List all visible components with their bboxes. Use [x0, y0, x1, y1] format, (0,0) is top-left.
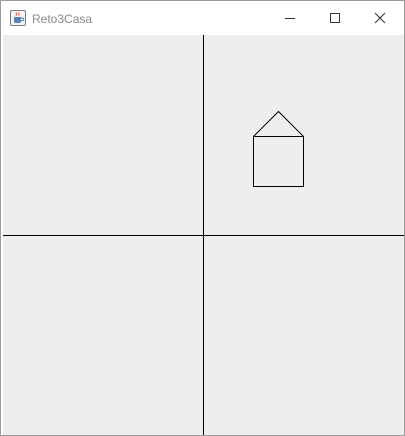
minimize-button[interactable] — [267, 1, 312, 34]
house-roof — [253, 110, 304, 137]
window-title: Reto3Casa — [32, 12, 93, 26]
maximize-icon — [329, 12, 340, 23]
minimize-icon — [284, 17, 295, 19]
close-button[interactable] — [357, 1, 402, 34]
app-window: Reto3Casa — [0, 0, 405, 436]
drawing-canvas — [3, 35, 404, 435]
house-body — [253, 136, 304, 187]
title-bar[interactable]: Reto3Casa — [1, 1, 404, 34]
maximize-button[interactable] — [312, 1, 357, 34]
close-icon — [374, 12, 385, 23]
canvas-drawing — [3, 35, 404, 435]
java-coffee-cup-icon[interactable] — [10, 10, 26, 26]
